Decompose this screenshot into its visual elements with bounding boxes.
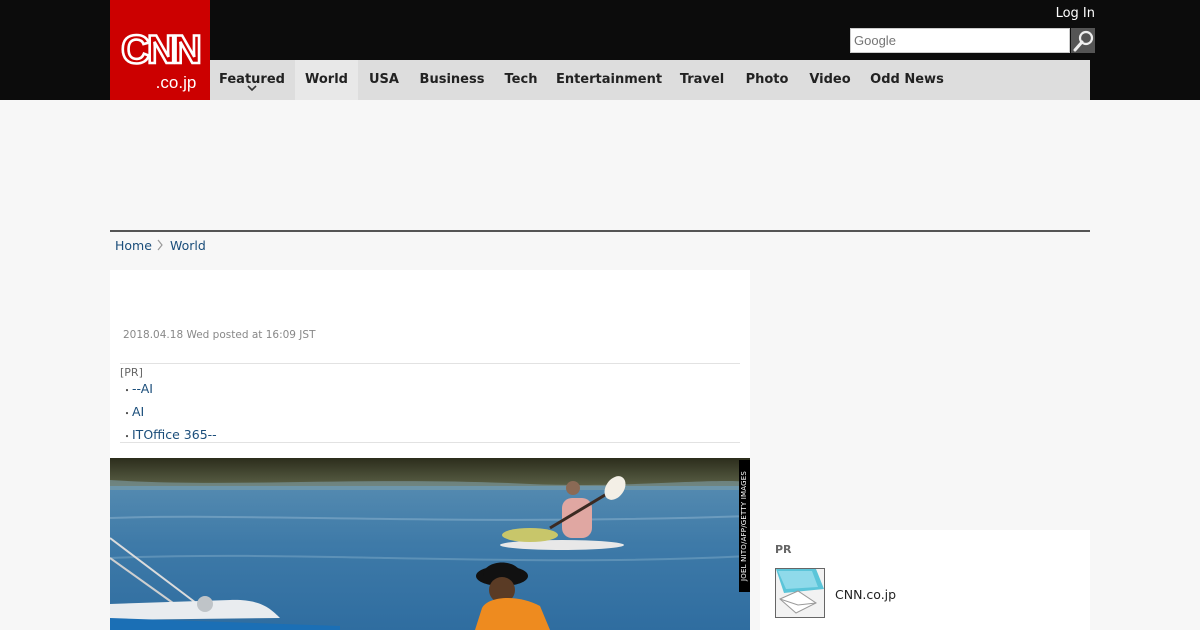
chevron-down-icon [247, 85, 257, 92]
cnn-logo[interactable]: CNN .co.jp [110, 0, 210, 100]
nav-featured[interactable]: Featured [210, 60, 294, 100]
nav-photo[interactable]: Photo [742, 60, 792, 100]
nav-world[interactable]: World [295, 60, 358, 100]
search-icon [1073, 30, 1094, 52]
article-card: 2018.04.18 Wed posted at 16:09 JST [PR] … [110, 270, 750, 630]
article-dateline: 2018.04.18 Wed posted at 16:09 JST [123, 329, 316, 341]
photo-credit: JOEL NITO/AFP/GETTY IMAGES [739, 460, 750, 592]
sidebar-pr-title: PR [775, 543, 792, 556]
nav-business[interactable]: Business [414, 60, 490, 100]
nav-video[interactable]: Video [806, 60, 854, 100]
laptop-mail-icon [776, 569, 824, 617]
pr-bullet: ・ [122, 432, 132, 443]
sidebar-pr-thumbnail[interactable] [775, 568, 825, 618]
login-link[interactable]: Log In [1040, 6, 1095, 21]
pr-link-2[interactable]: AI [132, 404, 144, 419]
pr-link-1[interactable]: --AI [132, 381, 153, 396]
nav-travel[interactable]: Travel [676, 60, 728, 100]
sidebar-pr-link[interactable]: CNN.co.jp [835, 587, 896, 602]
pr-tag: [PR] [120, 366, 143, 379]
article-photo-image [110, 458, 750, 630]
pr-link-3[interactable]: ITOffice 365-- [132, 427, 217, 442]
pr-bullet: ・ [122, 386, 132, 397]
logo-main-text: CNN [121, 28, 200, 72]
search-input[interactable] [850, 28, 1070, 53]
main-nav: Featured World USA Business Tech Enterta… [210, 60, 1090, 100]
chevron-right-icon [157, 239, 163, 251]
pr-bullet: ・ [122, 409, 132, 420]
breadcrumb-home[interactable]: Home [115, 238, 152, 253]
header-bar: CNN .co.jp Log In Featured World USA Bus… [0, 0, 1200, 100]
search-button[interactable] [1071, 28, 1095, 53]
breadcrumb-world[interactable]: World [170, 238, 206, 253]
nav-odd-news[interactable]: Odd News [866, 60, 948, 100]
photo-credit-text: JOEL NITO/AFP/GETTY IMAGES [740, 471, 748, 581]
logo-sub-text: .co.jp [156, 73, 197, 92]
cnn-logo-mark: CNN .co.jp [120, 27, 204, 92]
nav-usa[interactable]: USA [360, 60, 408, 100]
pr-links-box: [PR] ・ --AI ・ AI ・ ITOffice 365-- [120, 363, 740, 443]
nav-entertainment[interactable]: Entertainment [554, 60, 664, 100]
nav-tech[interactable]: Tech [500, 60, 542, 100]
section-divider [110, 230, 1090, 232]
article-photo: JOEL NITO/AFP/GETTY IMAGES [110, 458, 750, 630]
sidebar-pr-box: PR CNN.co.jp [760, 530, 1090, 630]
